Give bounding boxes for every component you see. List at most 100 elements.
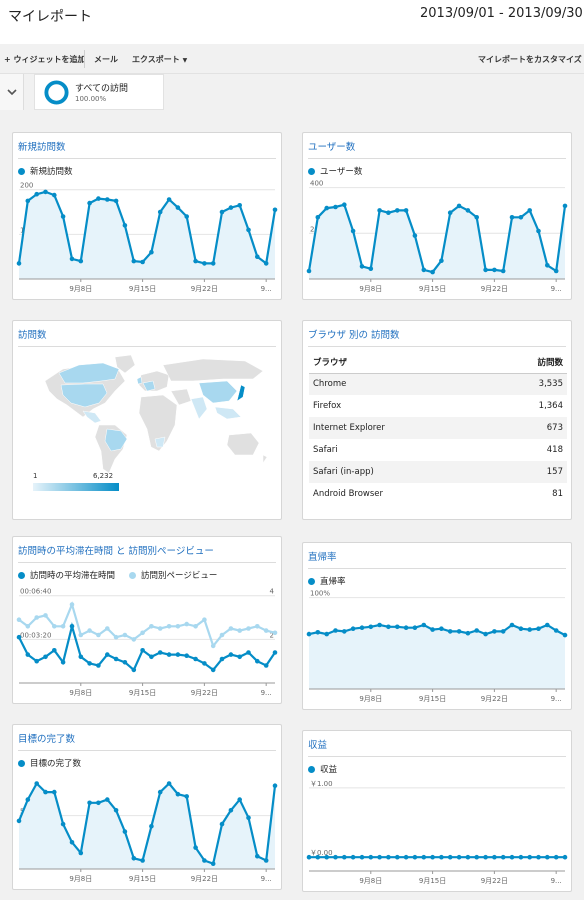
map-region-south-africa[interactable]: [154, 436, 166, 448]
map-region-new-zealand[interactable]: [262, 454, 268, 464]
x-tick-label: 9月15日: [129, 875, 156, 883]
data-point: [87, 628, 92, 633]
column-header-visits: 訪問数: [494, 351, 567, 374]
segment-percent: 100.00%: [75, 95, 107, 103]
data-point: [202, 617, 207, 622]
data-point: [255, 624, 260, 629]
data-point: [536, 626, 541, 631]
data-point: [324, 631, 329, 637]
data-point: [105, 626, 110, 631]
data-point: [34, 658, 39, 664]
data-point: [412, 854, 418, 860]
email-button[interactable]: メール: [94, 54, 118, 65]
legend-dot: [129, 572, 137, 579]
data-point: [412, 233, 418, 238]
segment-card[interactable]: すべての訪問 100.00%: [34, 74, 164, 110]
data-point: [184, 794, 189, 799]
toolbar-divider: [84, 50, 85, 68]
data-point: [175, 624, 181, 629]
chart-legend: 目標の完了数: [18, 757, 81, 769]
data-point: [395, 854, 400, 860]
data-point: [342, 854, 347, 860]
data-point: [500, 854, 506, 860]
data-point: [96, 632, 101, 638]
data-point: [430, 854, 435, 860]
data-point: [342, 629, 347, 634]
data-point: [439, 854, 444, 860]
data-point: [474, 628, 479, 633]
map-region-japan[interactable]: [236, 384, 246, 402]
map-region-russia[interactable]: [162, 358, 264, 382]
export-button[interactable]: エクスポート ▼: [132, 54, 187, 65]
data-point: [52, 789, 57, 795]
map-region-australia[interactable]: [226, 432, 260, 456]
widget-title[interactable]: 直帰率: [308, 549, 566, 569]
add-widget-button[interactable]: + ウィジェットを追加: [4, 54, 86, 65]
new-visits-chart: 2001009月8日9月15日9月22日9...: [16, 182, 278, 293]
data-point: [113, 634, 119, 640]
data-point: [43, 189, 48, 195]
segment-toggle-button[interactable]: [0, 74, 24, 110]
page-title: マイレポート: [8, 9, 92, 25]
data-point: [166, 624, 172, 629]
widget-title[interactable]: 目標の完了数: [18, 731, 276, 751]
x-tick-label: 9月8日: [359, 877, 382, 885]
browser-name[interactable]: Safari (in-app): [309, 461, 495, 483]
data-point: [421, 854, 427, 860]
data-point: [483, 854, 488, 860]
data-point: [272, 783, 278, 788]
data-point: [228, 808, 234, 813]
x-tick-label: 9月22日: [191, 689, 218, 697]
widget-title[interactable]: ブラウザ 別の 訪問数: [308, 327, 566, 347]
data-point: [219, 821, 225, 827]
browser-name[interactable]: Firefox: [309, 395, 495, 417]
x-tick-label: 9月8日: [359, 285, 382, 293]
widget-goal-completions: 目標の完了数 目標の完了数 509月8日9月15日9月22日9...: [12, 724, 282, 890]
table-row: Safari (in-app) 157: [309, 461, 567, 483]
data-point: [263, 663, 269, 668]
data-point: [333, 628, 338, 633]
legend-label: 直帰率: [320, 577, 346, 587]
widget-users: ユーザー数 ユーザー数 4002009月8日9月15日9月22日9...: [302, 132, 572, 300]
data-point: [368, 266, 374, 271]
legend-label: ユーザー数: [320, 167, 363, 177]
data-point: [527, 208, 532, 213]
widget-title[interactable]: 訪問数: [18, 327, 276, 347]
x-tick-label: 9...: [261, 689, 272, 697]
map-region-india[interactable]: [190, 396, 208, 420]
data-point: [193, 624, 198, 629]
data-point: [122, 632, 128, 638]
map-region-southeast-asia[interactable]: [214, 406, 242, 420]
data-point: [157, 626, 163, 631]
data-point: [403, 208, 409, 213]
world-map[interactable]: [23, 351, 273, 483]
x-tick-label: 9月15日: [129, 689, 156, 697]
browser-name[interactable]: Internet Explorer: [309, 417, 495, 439]
widget-title[interactable]: ユーザー数: [308, 139, 566, 159]
x-tick-label: 9...: [261, 875, 272, 883]
data-point: [255, 853, 260, 859]
data-point: [246, 626, 251, 631]
customize-button[interactable]: マイレポートをカスタマイズ: [478, 54, 582, 65]
data-point: [105, 197, 110, 202]
data-point: [210, 667, 216, 673]
browser-name[interactable]: Android Browser: [309, 483, 495, 505]
map-region-uk[interactable]: [136, 376, 143, 385]
export-label: エクスポート: [132, 55, 180, 64]
data-point: [562, 632, 568, 638]
map-region-china[interactable]: [198, 380, 238, 404]
chart-legend: ユーザー数: [308, 165, 362, 177]
data-point: [78, 632, 84, 638]
data-point: [237, 797, 242, 802]
data-point: [60, 821, 66, 827]
widget-title[interactable]: 収益: [308, 737, 566, 757]
widget-title[interactable]: 訪問時の平均滞在時間 と 訪問別ページビュー: [18, 543, 276, 563]
browser-visits: 1,364: [538, 401, 563, 411]
browser-name[interactable]: Chrome: [309, 373, 495, 395]
map-region-central-america[interactable]: [82, 410, 102, 424]
chevron-down-icon: [7, 89, 17, 96]
widget-title[interactable]: 新規訪問数: [18, 139, 276, 159]
date-range-picker[interactable]: 2013/09/01 - 2013/09/30▼: [420, 6, 584, 21]
x-tick-label: 9月22日: [481, 695, 508, 703]
browser-name[interactable]: Safari: [309, 439, 495, 461]
